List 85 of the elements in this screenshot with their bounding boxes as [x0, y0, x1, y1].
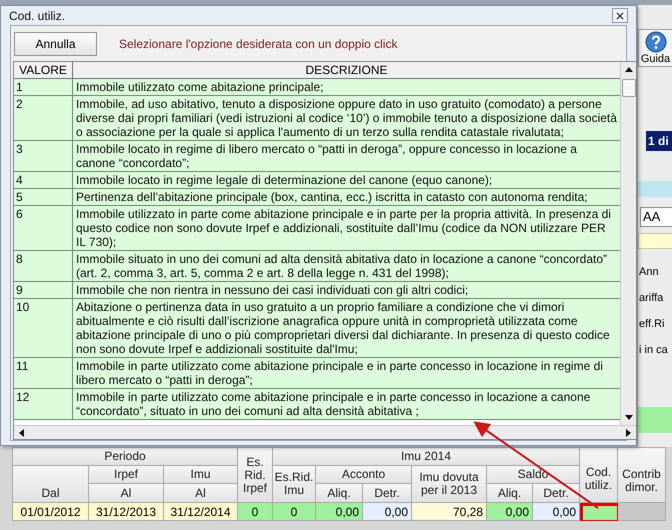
column-header: VALORE: [14, 62, 73, 78]
close-icon: [616, 12, 624, 20]
text-field[interactable]: AA: [640, 207, 672, 227]
table-cell[interactable]: [580, 503, 618, 521]
option-value: 9: [14, 282, 73, 298]
field-label: ariffa: [638, 291, 664, 305]
table-cell[interactable]: [618, 503, 666, 521]
info-bar: [638, 181, 672, 197]
field-label: Ann: [638, 265, 659, 279]
option-value: 2: [14, 96, 73, 140]
option-row[interactable]: 3 Immobile locato in regime di libero mercato o “patti in deroga”, oppure concesso in locazione a canone “concordato”;: [14, 141, 620, 172]
option-description: Abitazione o pertinenza data in uso gratuito a un proprio familiare a condizione che vi dimori abitualmente e ciò risulti dall’iscrizione anagrafica oppure unità in comproprietà utilizzata come abitazione principale di uno o più comproprietari diversi dal dichiarante. In presenza di questo codice non sono dovute Irpef e addizionali sostituite dal'Imu;: [75, 299, 611, 357]
option-value: 10: [14, 299, 73, 357]
column-header: Saldo: [487, 466, 580, 484]
option-row[interactable]: 1 Immobile utilizzato come abitazione principale;: [14, 79, 620, 96]
table-cell[interactable]: 0: [273, 503, 316, 521]
scrollbar-thumb[interactable]: [622, 79, 636, 97]
option-value: 11: [14, 358, 73, 388]
column-header: Imu: [164, 466, 238, 484]
option-row[interactable]: 5 Pertinenza dell’abitazione principale (box, cantina, ecc.) iscritta in catasto con autonoma rendita;: [14, 189, 620, 206]
scroll-left-icon[interactable]: [17, 428, 27, 438]
option-value: 3: [14, 141, 73, 171]
vertical-scrollbar[interactable]: [620, 62, 636, 425]
column-header: Es. Rid. Irpef: [238, 448, 273, 503]
option-row[interactable]: 8 Immobile situato in uno dei comuni ad alta densità abitativa dato in locazione a canone “concordato” (art. 2, comma 3, art. 5, comma 2 e art. 8 della legge n. 431 del 1998);: [14, 251, 620, 282]
horizontal-scrollbar[interactable]: [14, 425, 636, 439]
option-value: 4: [14, 172, 73, 188]
scroll-down-icon[interactable]: [624, 412, 634, 422]
option-description: Immobile che non rientra in nessuno dei casi individuati con gli altri codici;: [75, 282, 470, 298]
dialog-title: Cod. utiliz.: [9, 8, 66, 24]
option-row[interactable]: 11 Immobile in parte utilizzato come abitazione principale e in parte concesso in locazione in regime di libero mercato o “patti in deroga”;: [14, 358, 620, 389]
close-button[interactable]: [612, 8, 628, 23]
field-label: i in ca: [638, 343, 668, 357]
column-header: Irpef: [89, 466, 164, 484]
option-value: 1: [14, 79, 73, 95]
column-header: Aliq.: [487, 484, 533, 503]
option-description: Immobile locato in regime di libero mercato o “patti in deroga”, oppure concesso in locazione a canone “concordato”;: [75, 141, 578, 171]
column-header: Al: [89, 484, 164, 503]
column-header: Detr.: [363, 484, 412, 503]
option-row[interactable]: 4 Immobile locato in regime legale di determinazione del canone (equo canone);: [14, 172, 620, 189]
table-cell[interactable]: 70,28: [412, 503, 487, 521]
page-indicator: 1 di: [646, 131, 672, 151]
column-header: Al: [164, 484, 238, 503]
option-description: Immobile, ad uso abitativo, tenuto a disposizione oppure dato in uso gratuito (comodato) a persone diverse dai propri familiari (vedi istruzioni al codice ‘10’) o immobile tenuto a disposizione dalla società o associazione per la quale si applica l'aumento di un terzo sulla rendita catastale rivalutata;: [75, 96, 618, 140]
field-label: eff.Ri: [638, 317, 664, 331]
instruction-text: Selezionare l'opzione desiderata con un doppio click: [119, 36, 398, 52]
option-description: Immobile locato in regime legale di determinazione del canone (equo canone);: [75, 172, 494, 188]
table-cell[interactable]: 0,00: [316, 503, 363, 521]
column-header: Cod. utiliz.: [580, 448, 618, 503]
table-cell[interactable]: 0,00: [363, 503, 412, 521]
option-row[interactable]: 9 Immobile che non rientra in nessuno dei casi individuati con gli altri codici;: [14, 282, 620, 299]
option-description: Immobile situato in uno dei comuni ad alta densità abitativa dato in locazione a canone “concordato” (art. 2, comma 3, art. 5, comma 2 e art. 8 della legge n. 431 del 1998);: [75, 251, 608, 281]
input-field[interactable]: [638, 233, 672, 249]
option-value: 12: [14, 389, 73, 419]
table-cell[interactable]: 31/12/2013: [89, 503, 164, 521]
option-value: 6: [14, 206, 73, 250]
column-header: Periodo: [13, 448, 238, 466]
column-header: Imu 2014: [273, 448, 580, 466]
option-row[interactable]: 12 Immobile in parte utilizzato come abitazione principale e in parte concesso in locazione a canone “concordato”, situato in uno dei comuni ad alta densità abitativa ;: [14, 389, 620, 420]
scroll-up-icon[interactable]: [624, 65, 634, 75]
option-description: Immobile utilizzato come abitazione principale;: [75, 79, 324, 95]
option-description: Immobile in parte utilizzato come abitazione principale e in parte concesso in locazione a canone “concordato”, situato in uno dei comuni ad alta densità abitativa ;: [75, 389, 592, 419]
option-description: Immobile utilizzato in parte come abitazione principale e in parte per la propria attività. In presenza di questo codice non sono dovute Irpef e addizionali, sostituite dall’Imu (codice da NON utilizzare PER IL 730);: [75, 206, 612, 250]
column-header: Detr.: [533, 484, 580, 503]
option-description: Immobile in parte utilizzato come abitazione principale e in parte concesso in locazione in regime di libero mercato o “patti in deroga”;: [75, 358, 604, 388]
column-header: Es.Rid. Imu: [273, 466, 316, 503]
question-icon: [644, 31, 666, 53]
help-button[interactable]: Guida: [638, 29, 672, 67]
option-value: 5: [14, 189, 73, 205]
column-header: Dal: [13, 466, 89, 503]
scroll-right-icon[interactable]: [623, 428, 633, 438]
side-panel-field: [638, 407, 672, 433]
cancel-button[interactable]: Annulla: [14, 32, 97, 56]
option-value: 8: [14, 251, 73, 281]
table-cell[interactable]: 31/12/2014: [164, 503, 238, 521]
column-header: Aliq.: [316, 484, 363, 503]
column-header: DESCRIZIONE: [304, 62, 388, 78]
table-cell[interactable]: 01/01/2012: [13, 503, 89, 521]
column-header: Imu dovuta per il 2013: [412, 466, 487, 503]
column-header: Acconto: [316, 466, 412, 484]
table-cell[interactable]: 0,00: [487, 503, 533, 521]
table-cell[interactable]: 0: [238, 503, 273, 521]
option-description: Pertinenza dell’abitazione principale (box, cantina, ecc.) iscritta in catasto con autonoma rendita;: [75, 189, 589, 205]
table-cell[interactable]: 0,00: [533, 503, 580, 521]
column-header: Contrib dimor.: [618, 448, 666, 503]
